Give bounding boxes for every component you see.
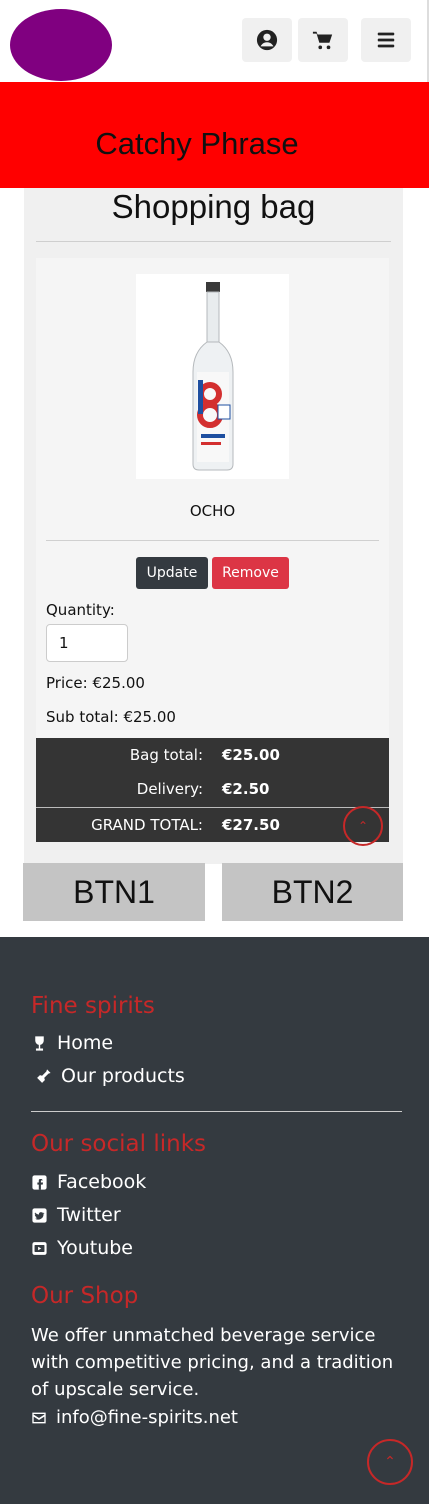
price-value: €25.00 [92,674,145,692]
grand-total-label: GRAND TOTAL: [91,816,203,834]
envelope-icon [32,1412,46,1423]
user-circle-icon [256,29,278,51]
menu-button[interactable] [361,18,411,62]
footer-link-label: Facebook [57,1171,147,1193]
footer-heading-social: Our social links [31,1131,206,1157]
price-line: Price: €25.00 [46,674,145,692]
divider [36,241,391,242]
scroll-to-top-button[interactable]: ⌃ [367,1439,413,1485]
update-button[interactable]: Update [136,557,208,589]
grand-total-row: GRAND TOTAL: €27.50 [36,808,389,842]
bottle-icon [37,1068,51,1083]
quantity-input[interactable] [46,624,128,662]
wine-glass-icon [35,1035,44,1051]
footer-link-label: Youtube [57,1237,133,1259]
bag-totals: Bag total: €25.00 Delivery: €2.50 GRAND … [36,738,389,846]
chevron-up-icon: ⌃ [357,819,369,833]
logo[interactable] [10,9,112,81]
footer-heading-shop: Our Shop [31,1283,139,1309]
delivery-label: Delivery: [136,780,203,798]
menu-icon [377,32,395,48]
remove-button[interactable]: Remove [212,557,289,589]
scroll-to-top-button[interactable]: ⌃ [343,806,383,846]
shopping-bag-section: Shopping bag OCHO Update Remove Quantity… [24,188,403,864]
footer-link-products[interactable]: Our products [35,1065,185,1087]
page-title: Shopping bag [111,188,316,225]
footer-link-home[interactable]: Home [31,1032,113,1054]
facebook-icon [32,1174,47,1190]
shop-description: We offer unmatched beverage service with… [31,1325,394,1400]
bag-total-value: €25.00 [222,746,280,764]
product-image[interactable] [136,274,289,479]
cart-button[interactable] [298,18,348,62]
footer-link-label: Home [57,1032,114,1054]
footer-heading-fine-spirits: Fine spirits [31,993,155,1019]
email-address: info@fine-spirits.net [56,1407,238,1428]
bag-total-row: Bag total: €25.00 [36,738,389,772]
footer-link-facebook[interactable]: Facebook [31,1171,146,1193]
youtube-icon [32,1241,47,1255]
subtotal-line: Sub total: €25.00 [46,708,176,726]
footer-link-label: Our products [61,1065,185,1087]
footer-email-link[interactable]: info@fine-spirits.net [31,1407,238,1428]
bag-item-card: OCHO Update Remove Quantity: Price: €25.… [36,258,389,738]
twitter-icon [32,1207,47,1223]
subtotal-label: Sub total: [46,708,119,726]
footer-link-youtube[interactable]: Youtube [31,1237,133,1259]
chevron-up-icon: ⌃ [384,1454,396,1470]
footer-link-label: Twitter [57,1204,121,1226]
subtotal-value: €25.00 [123,708,176,726]
delivery-value: €2.50 [222,780,270,798]
account-button[interactable] [242,18,292,62]
footer-link-twitter[interactable]: Twitter [31,1204,121,1226]
price-label: Price: [46,674,88,692]
catchy-phrase: Catchy Phrase [95,126,299,161]
tequila-bottle-image [192,281,233,470]
footer: Fine spirits Home Our products Our socia… [0,937,429,1504]
product-name: OCHO [189,502,236,520]
divider [46,540,379,541]
cart-icon [312,31,333,50]
grand-total-value: €27.50 [222,816,280,834]
divider [31,1111,402,1112]
navbar [0,0,429,82]
bag-total-label: Bag total: [129,746,203,764]
btn1-button[interactable]: BTN1 [23,863,205,921]
btn2-button[interactable]: BTN2 [222,863,403,921]
quantity-label: Quantity: [46,601,115,619]
delivery-row: Delivery: €2.50 [36,772,389,806]
